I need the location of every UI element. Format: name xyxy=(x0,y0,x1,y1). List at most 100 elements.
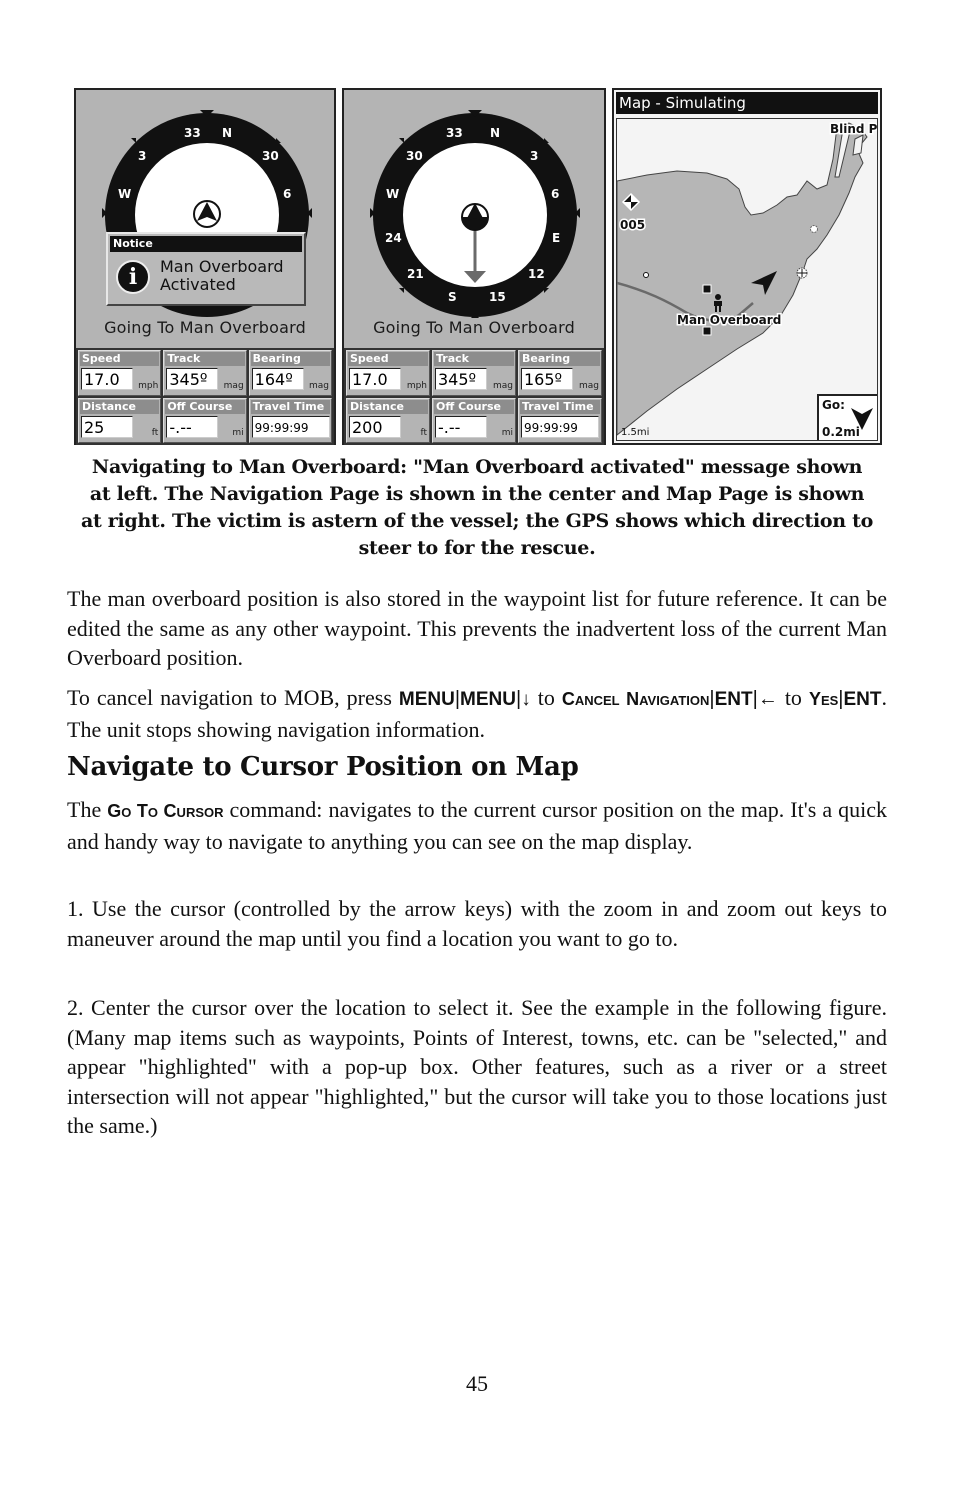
menu-command-yes: Yes xyxy=(808,689,839,709)
menu-command-go-to-cursor: Go To Cursor xyxy=(107,801,224,821)
go-distance: 0.2mi xyxy=(822,425,860,439)
tick-marker xyxy=(544,138,549,143)
nav-data-grid: Speed 17.0 mph Track 345º mag Bearing 165º mag… xyxy=(344,348,604,445)
field-label: Distance xyxy=(80,399,160,414)
map-canvas: Blind P 005 Man Overboard xyxy=(617,121,878,436)
menu-command-cancel-navigation: Cancel Navigation xyxy=(561,689,710,709)
compass-label-s: S xyxy=(448,290,457,304)
page-number: 45 xyxy=(466,1371,488,1396)
field-value: 345º xyxy=(435,368,487,390)
paragraph-step-2: 2. Center the cursor over the location t… xyxy=(67,993,887,1141)
waypoint-label: 005 xyxy=(620,218,645,232)
navigation-screen: 33 N 30 3 W 6 24 E 21 12 S 15 Going To M… xyxy=(342,88,606,445)
field-unit: mag xyxy=(493,380,513,391)
field-label: Bearing xyxy=(520,352,600,366)
field-label: Speed xyxy=(80,352,160,366)
compass-label-n: N xyxy=(490,126,500,140)
field-unit: mph xyxy=(138,380,159,391)
field-track: Track 345º mag xyxy=(163,350,247,396)
boat-position-icon xyxy=(461,203,489,231)
key-ent: ENT xyxy=(714,689,753,710)
field-unit: mi xyxy=(501,428,513,438)
notice-title: Notice xyxy=(110,236,302,252)
paragraph-text: To cancel navigation to MOB, press MENU|… xyxy=(67,683,887,744)
place-label: Blind P xyxy=(830,122,878,136)
text-run: to xyxy=(530,685,562,710)
field-value: 25 xyxy=(81,415,133,438)
compass-label-30: 3 xyxy=(138,149,146,163)
poi-square-icon xyxy=(702,284,712,294)
field-unit: mph xyxy=(406,380,427,391)
paragraph-text: 2. Center the cursor over the location t… xyxy=(67,995,887,1138)
compass-label-3: 3 xyxy=(530,149,538,163)
compass-label-15: 15 xyxy=(489,290,506,304)
field-unit: mag xyxy=(309,380,329,391)
field-value: 345º xyxy=(166,368,219,390)
field-label: Speed xyxy=(348,352,428,366)
compass-label-e: E xyxy=(552,231,560,245)
notice-line-1: Man Overboard xyxy=(160,257,284,276)
left-arrow-icon: ← xyxy=(757,688,778,710)
figure-caption: Navigating to Man Overboard: "Man Overbo… xyxy=(81,456,873,559)
field-value: 200 xyxy=(349,415,401,438)
paragraph-cancel-mob: To cancel navigation to MOB, press MENU|… xyxy=(67,683,887,744)
compass-label-w: W xyxy=(118,187,131,201)
map-title: Map - Simulating xyxy=(616,92,878,114)
map-scale: 1.5mi xyxy=(621,427,650,438)
tick-marker xyxy=(399,288,404,293)
compass-rose: 33 N 3 30 W 6 xyxy=(102,110,312,317)
paragraph-text: The Go To Cursor command: navigates to t… xyxy=(67,795,887,856)
field-speed: Speed 17.0 mph xyxy=(346,350,430,396)
field-unit: mi xyxy=(232,428,244,438)
compass-label-33: 33 xyxy=(184,126,201,140)
field-value: 164º xyxy=(251,368,304,390)
field-label: Track xyxy=(165,352,245,366)
info-icon: i xyxy=(116,260,150,294)
destination-label: Going To Man Overboard xyxy=(104,318,306,337)
field-label: Bearing xyxy=(250,352,330,366)
tick-marker xyxy=(276,138,281,143)
text-run: To cancel navigation to MOB, press xyxy=(67,685,399,710)
compass-label-6: 6 xyxy=(551,187,559,201)
mob-label: Man Overboard xyxy=(677,313,781,327)
field-label: Travel Time xyxy=(520,399,600,414)
map-view[interactable]: Blind P 005 Man Overboard 1.5mi Go: 0.2m… xyxy=(616,118,878,441)
notice-message: Man Overboard Activated xyxy=(160,258,284,294)
paragraph-text: The man overboard position is also store… xyxy=(67,586,887,670)
notice-dialog: Notice i Man Overboard Activated xyxy=(106,232,306,306)
notice-line-2: Activated xyxy=(160,275,236,294)
compass-label-w: W xyxy=(386,187,399,201)
paragraph-go-to-cursor: The Go To Cursor command: navigates to t… xyxy=(67,795,887,856)
compass-rose: 33 N 30 3 W 6 24 E 21 12 S 15 xyxy=(370,110,580,318)
field-travel-time: Travel Time 99:99:99 xyxy=(518,397,602,443)
field-travel-time: Travel Time 99:99:99 xyxy=(248,397,332,443)
buoy-icon xyxy=(810,225,818,233)
key-menu: MENU xyxy=(460,689,516,710)
paragraph-mob-stored: The man overboard position is also store… xyxy=(67,584,887,673)
field-value: 165º xyxy=(521,368,573,390)
compass-label-3: 30 xyxy=(262,149,279,163)
compass-label-30: 30 xyxy=(406,149,423,163)
field-distance: Distance 200 ft xyxy=(346,397,430,443)
field-value: 99:99:99 xyxy=(521,415,599,438)
compass-label-n: N xyxy=(222,126,232,140)
land-mass xyxy=(617,122,868,436)
figure: 33 N 3 30 W 6 Notice i Man Overboard Act… xyxy=(74,88,882,446)
marker-icon xyxy=(796,267,808,279)
field-value: -.-- xyxy=(435,415,487,438)
field-value: -.-- xyxy=(166,415,219,438)
field-value: 17.0 xyxy=(81,368,133,390)
go-label: Go: xyxy=(822,398,845,412)
field-value: 99:99:99 xyxy=(251,415,330,438)
destination-label: Going To Man Overboard xyxy=(373,318,575,337)
compass-label-24: 24 xyxy=(385,231,402,245)
field-label: Off Course xyxy=(434,399,514,414)
field-value: 17.0 xyxy=(349,368,401,390)
poi-square-icon xyxy=(702,326,712,336)
field-label: Track xyxy=(434,352,514,366)
go-to-box: Go: 0.2mi xyxy=(817,394,877,440)
section-heading: Navigate to Cursor Position on Map xyxy=(67,752,579,782)
compass-label-12: 12 xyxy=(528,267,545,281)
text-run: to xyxy=(777,685,809,710)
field-distance: Distance 25 ft xyxy=(78,397,162,443)
